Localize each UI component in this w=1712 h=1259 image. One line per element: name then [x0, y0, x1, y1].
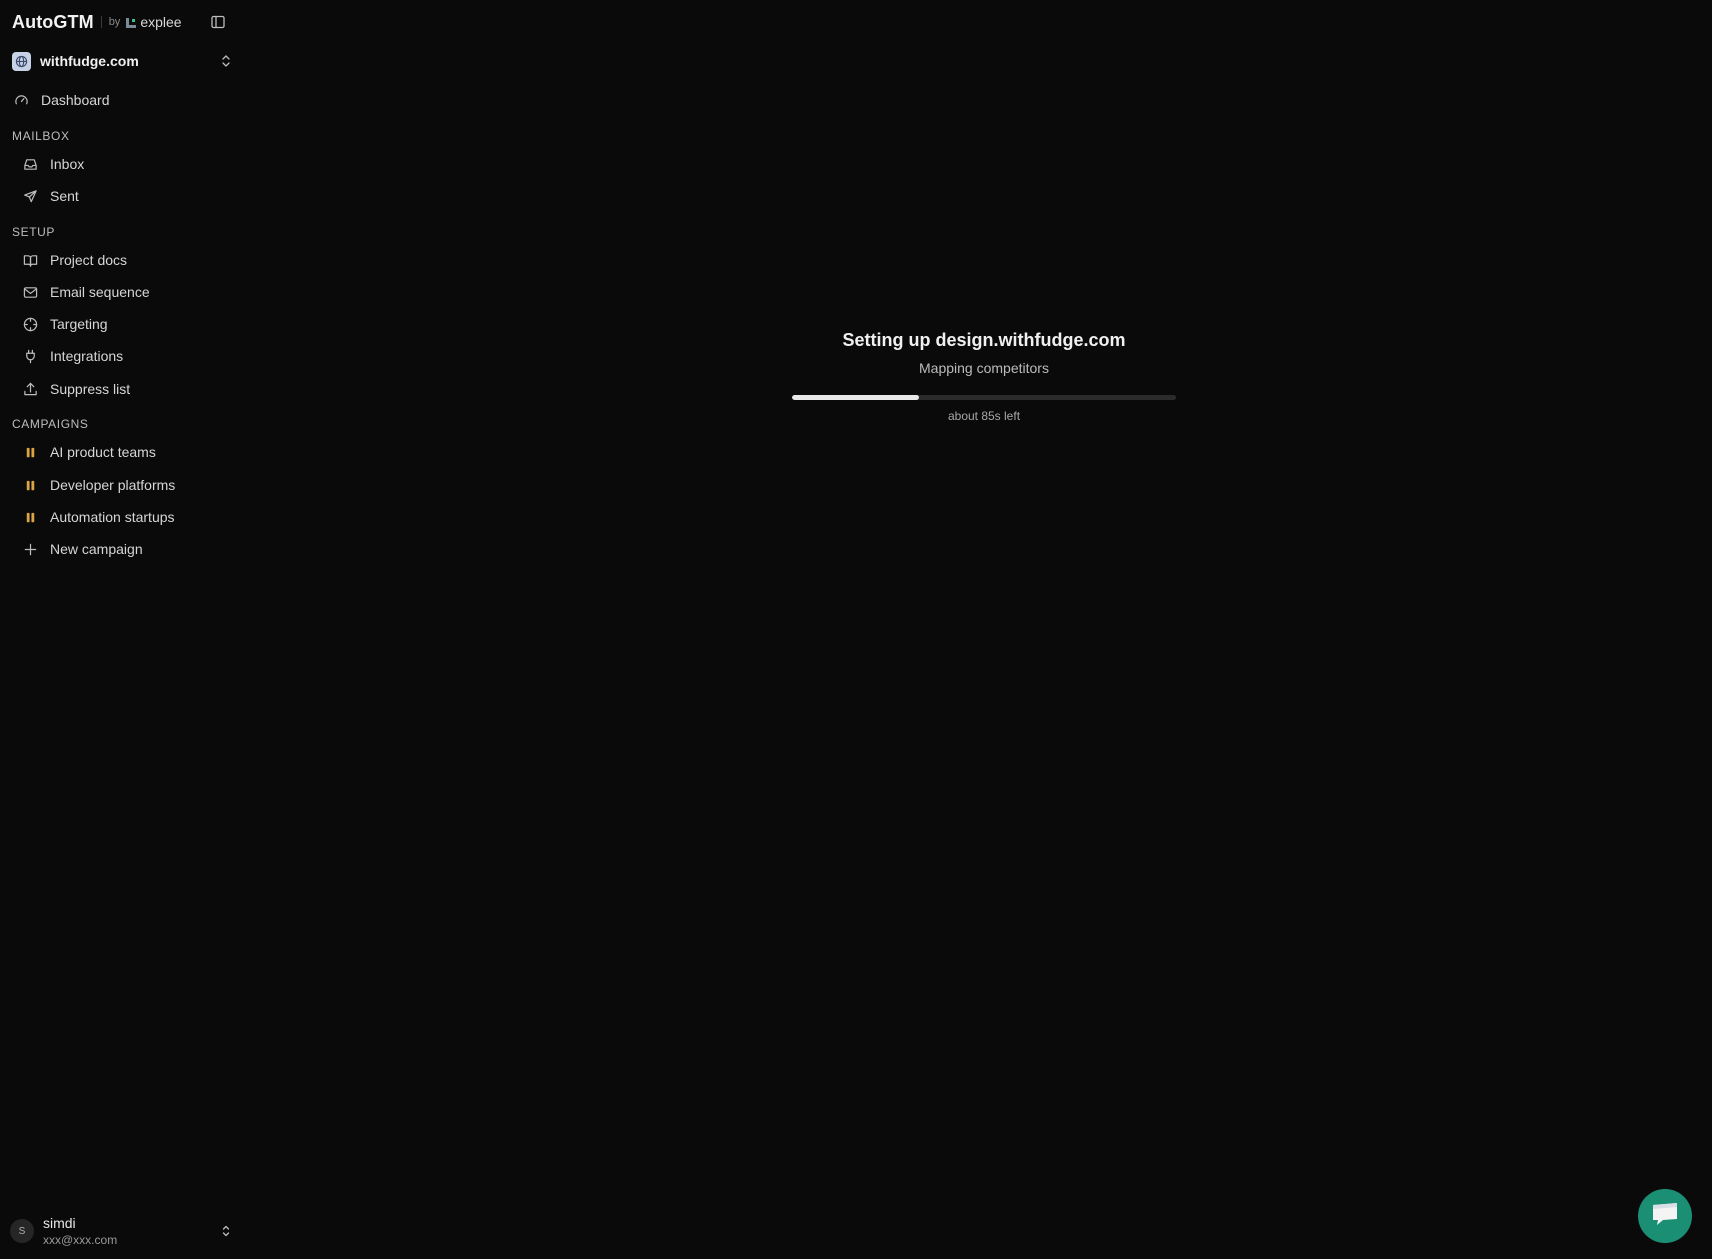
- pause-icon: [22, 444, 38, 460]
- plus-icon: [22, 541, 38, 557]
- workspace-switcher[interactable]: withfudge.com: [10, 46, 238, 76]
- chat-widget-button[interactable]: [1638, 1189, 1692, 1243]
- sidebar-item-label: AI product teams: [50, 444, 156, 460]
- mail-icon: [22, 284, 38, 300]
- section-label-mailbox: MAILBOX: [12, 129, 70, 143]
- setup-title: Setting up design.withfudge.com: [842, 330, 1126, 350]
- chat-icon: [1650, 1200, 1680, 1233]
- sidebar-item-label: Project docs: [50, 252, 128, 268]
- sidebar-item-project-docs[interactable]: Project docs: [22, 246, 127, 274]
- sidebar: AutoGTM by explee withfudge.com Dashboar…: [0, 0, 244, 1259]
- setup-step: Mapping competitors: [919, 360, 1049, 376]
- plug-icon: [22, 348, 38, 364]
- pause-icon: [22, 509, 38, 525]
- crosshair-icon: [22, 316, 38, 332]
- inbox-icon: [22, 156, 38, 172]
- section-label-campaigns: CAMPAIGNS: [12, 417, 89, 431]
- main-content: Setting up design.withfudge.com Mapping …: [244, 0, 1712, 1259]
- user-info: simdi xxx@xxx.com: [43, 1215, 117, 1248]
- new-campaign-button[interactable]: New campaign: [22, 535, 143, 563]
- setup-eta: about 85s left: [947, 409, 1021, 423]
- progress-bar: [792, 395, 1176, 400]
- sidebar-item-suppress-list[interactable]: Suppress list: [22, 375, 130, 403]
- avatar: S: [10, 1219, 34, 1243]
- workspace-name: withfudge.com: [40, 53, 139, 69]
- user-email: xxx@xxx.com: [43, 1232, 118, 1247]
- sidebar-item-campaign[interactable]: Automation startups: [22, 503, 175, 531]
- sidebar-item-label: Automation startups: [50, 509, 175, 525]
- pause-icon: [22, 477, 38, 493]
- brand-header: AutoGTM by explee: [12, 9, 234, 35]
- chevron-up-down-icon: [218, 53, 234, 69]
- sidebar-item-sent[interactable]: Sent: [22, 182, 79, 210]
- sidebar-item-label: Suppress list: [50, 381, 131, 397]
- sidebar-item-label: Dashboard: [41, 92, 110, 108]
- sidebar-item-label: New campaign: [50, 541, 143, 557]
- sidebar-item-label: Inbox: [50, 156, 85, 172]
- sidebar-item-label: Developer platforms: [50, 477, 176, 493]
- sidebar-item-label: Targeting: [50, 316, 108, 332]
- upload-icon: [22, 381, 38, 397]
- book-open-icon: [22, 252, 38, 268]
- explee-logo-icon: [125, 16, 137, 28]
- sidebar-item-label: Sent: [50, 188, 79, 204]
- brand-divider: [100, 16, 102, 28]
- sidebar-collapse-icon[interactable]: [208, 12, 228, 32]
- sidebar-item-integrations[interactable]: Integrations: [22, 342, 123, 370]
- sidebar-item-targeting[interactable]: Targeting: [22, 310, 108, 338]
- sidebar-item-campaign[interactable]: AI product teams: [22, 438, 156, 466]
- progress-fill: [792, 395, 919, 400]
- sidebar-item-email-sequence[interactable]: Email sequence: [22, 278, 150, 306]
- partner-name: explee: [140, 14, 182, 30]
- globe-icon: [12, 51, 31, 71]
- sidebar-item-dashboard[interactable]: Dashboard: [13, 86, 110, 114]
- app-title: AutoGTM: [12, 11, 94, 32]
- section-label-setup: SETUP: [12, 225, 56, 239]
- sidebar-item-inbox[interactable]: Inbox: [22, 150, 84, 178]
- sidebar-item-campaign[interactable]: Developer platforms: [22, 471, 175, 499]
- gauge-icon: [13, 92, 29, 108]
- send-icon: [22, 188, 38, 204]
- user-name: simdi: [43, 1214, 76, 1231]
- sidebar-item-label: Email sequence: [50, 284, 150, 300]
- user-menu[interactable]: S simdi xxx@xxx.com: [10, 1211, 238, 1251]
- chevron-up-down-icon: [218, 1223, 234, 1239]
- brand-by-text: by: [108, 16, 121, 28]
- sidebar-item-label: Integrations: [50, 348, 124, 364]
